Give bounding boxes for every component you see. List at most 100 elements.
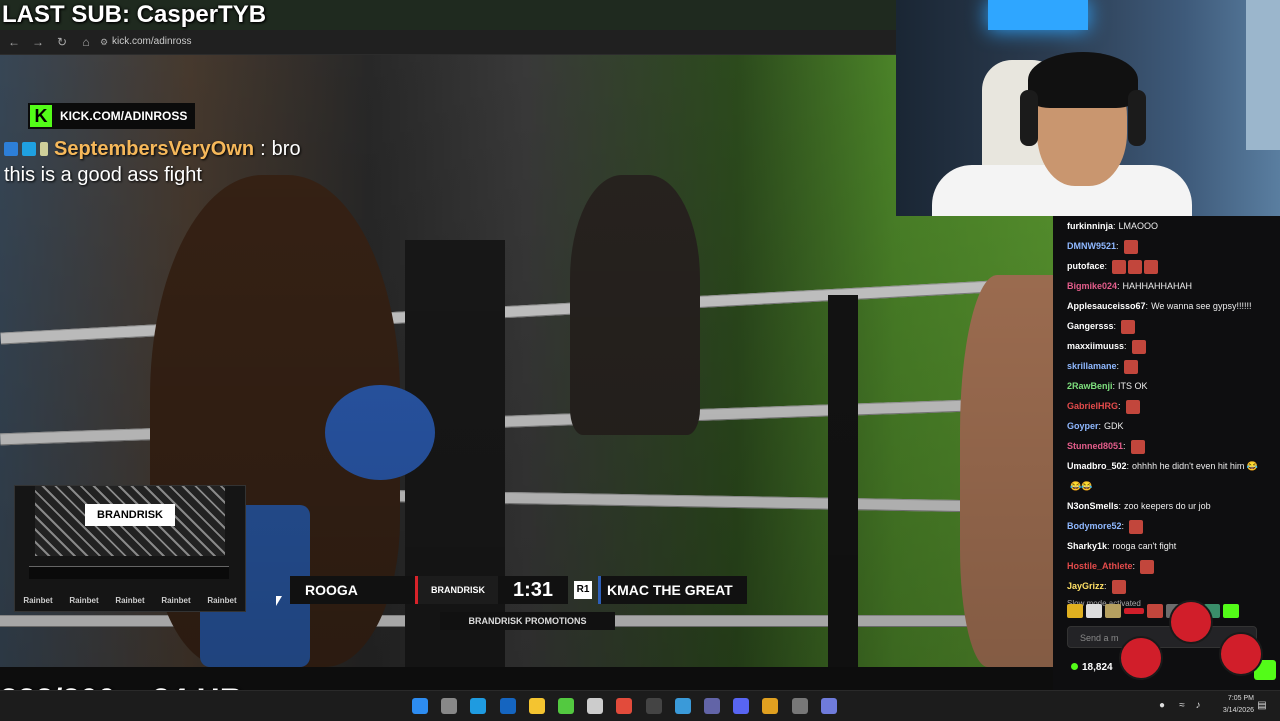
headphones-icon [1020, 90, 1038, 146]
overlay-chat-text: this is a good ass fight [4, 164, 202, 186]
chat-username[interactable]: Hostile_Athlete [1067, 561, 1133, 571]
streamer-webcam [896, 0, 1280, 216]
chat-message: 😂😂 [1053, 476, 1280, 496]
chat-username[interactable]: Applesauceisso67 [1067, 301, 1146, 311]
badge-icon [22, 142, 36, 156]
window [1246, 0, 1280, 150]
chat-text: LMAOOO [1118, 221, 1159, 231]
inset-brand-logo: BRANDRISK [85, 504, 175, 526]
emote-icon [1124, 359, 1139, 374]
chat-username[interactable]: GabrielHRG [1067, 401, 1118, 411]
fight-scoreboard: ROOGA BRANDRISK 1:31 R1 KMAC THE GREAT [290, 576, 790, 604]
kick-url-badge: K KICK.COM/ADINROSS [28, 103, 196, 129]
chat-username[interactable]: N3onSmells [1067, 501, 1119, 511]
teams-icon[interactable] [704, 698, 720, 714]
arrow-right-icon[interactable]: → [30, 34, 46, 50]
round-indicator: R1 [574, 581, 592, 599]
edge-icon[interactable] [470, 698, 487, 714]
chat-username[interactable]: Bodymore52 [1067, 521, 1122, 531]
chat-text: 😂😂 [1070, 481, 1093, 491]
notification-icon[interactable]: ▤ [1256, 700, 1268, 712]
settings-icon[interactable] [791, 698, 808, 714]
chat-message: DMNW9521: [1053, 236, 1280, 256]
chat-message: Bodymore52: [1053, 516, 1280, 536]
chat-text: rooga can't fight [1112, 541, 1177, 551]
emote-icon[interactable] [1086, 604, 1102, 618]
chat-username[interactable]: JayGrizz [1067, 581, 1104, 591]
browser-address-bar: ← → ↻ ⌂ ⚙ kick.com/adinross [0, 30, 896, 55]
alienware-icon[interactable] [587, 698, 604, 714]
round-timer: 1:31 [498, 576, 568, 604]
sponsor-row: Rainbet Rainbet Rainbet Rainbet Rainbet [23, 596, 237, 605]
chat-username[interactable]: Umadbro_502 [1067, 461, 1127, 471]
chat-text: We wanna see gypsy!!!!!! [1151, 301, 1252, 311]
chat-message: JayGrizz: [1053, 576, 1280, 596]
channel-points[interactable]: 18,824 [1071, 662, 1113, 673]
outlook-icon[interactable] [499, 698, 516, 714]
chat-username[interactable]: putoface [1067, 261, 1105, 271]
scoreboard-brand: BRANDRISK [418, 576, 498, 604]
volume-icon[interactable]: ♪ [1192, 700, 1204, 712]
chat-username[interactable]: 2RawBenji [1067, 381, 1113, 391]
chat-message: putoface: [1053, 256, 1280, 276]
spiderman-sticker-icon [1169, 600, 1213, 644]
home-icon[interactable]: ⌂ [78, 34, 94, 50]
explorer-icon[interactable] [528, 698, 545, 714]
chat-username[interactable]: Goyper [1067, 421, 1099, 431]
photos-icon[interactable] [762, 698, 779, 714]
taskview-icon[interactable] [441, 698, 458, 714]
microphone-icon[interactable]: ● [1156, 700, 1168, 712]
emote-icon [1144, 259, 1159, 274]
arrow-icon[interactable] [820, 698, 837, 714]
xbox-icon[interactable] [558, 698, 574, 714]
emote-icon[interactable] [1067, 604, 1083, 618]
chat-message: Stunned8051: [1053, 436, 1280, 456]
arrow-left-icon[interactable]: ← [6, 34, 22, 50]
emote-icon[interactable] [1147, 604, 1163, 618]
chat-username[interactable]: furkinninja [1067, 221, 1113, 231]
emote-icon[interactable] [1124, 608, 1144, 614]
points-icon [1071, 663, 1078, 670]
chat-message: Applesauceisso67: We wanna see gypsy!!!!!… [1067, 301, 1252, 311]
chat-messages: furkinninja: LMAOOO DMNW9521: putoface: Bigm… [1053, 216, 1280, 608]
chat-username[interactable]: Stunned8051 [1067, 441, 1123, 451]
url-field[interactable]: kick.com/adinross [112, 34, 191, 50]
chat-message: furkinninja: LMAOOO [1067, 221, 1159, 231]
chat-message: Goyper: GDK [1067, 421, 1124, 431]
windows-icon[interactable] [412, 698, 428, 714]
system-clock[interactable]: 7:05 PM 3/14/2026 [1223, 693, 1254, 717]
badge-icon [4, 142, 18, 156]
chat-username[interactable]: Bigmike024 [1067, 281, 1117, 291]
emote-icon[interactable] [1105, 604, 1121, 618]
chat-text: zoo keepers do ur job [1124, 501, 1211, 511]
discord-icon[interactable] [733, 698, 750, 714]
reload-icon[interactable]: ↻ [54, 34, 70, 50]
chat-username[interactable]: DMNW9521 [1067, 241, 1116, 251]
commentary-inset: BRANDRISK Rainbet Rainbet Rainbet Rainbe… [14, 485, 246, 612]
commentary-desk [29, 566, 229, 579]
emote-icon[interactable] [1223, 604, 1239, 618]
chat-username[interactable]: skrillamane [1067, 361, 1117, 371]
chat-message: Hostile_Athlete: [1053, 556, 1280, 576]
chat-message: maxxiimuuss: [1053, 336, 1280, 356]
chat-message: skrillamane: [1053, 356, 1280, 376]
emote-icon [1140, 559, 1155, 574]
store-icon[interactable] [674, 698, 691, 714]
emote-icon [1128, 259, 1143, 274]
wifi-icon[interactable]: ≈ [1176, 700, 1188, 712]
emote-icon [1121, 319, 1136, 334]
windows-taskbar: ● ≈ ♪ 7:05 PM 3/14/2026 ▤ [0, 690, 1280, 721]
spiderman-sticker-icon [1219, 632, 1263, 676]
site-settings-icon[interactable]: ⚙ [96, 34, 112, 50]
chat-username[interactable]: Gangersss [1067, 321, 1114, 331]
led-light [988, 0, 1088, 30]
chrome-icon[interactable] [616, 698, 633, 714]
headphones-icon [1128, 90, 1146, 146]
kick-logo-icon: K [30, 105, 52, 127]
chat-text: GDK [1104, 421, 1124, 431]
obs-icon[interactable] [645, 698, 662, 714]
chat-username[interactable]: Sharky1k [1067, 541, 1107, 551]
chat-text: HAHHAHHAHAH [1122, 281, 1193, 291]
chat-username[interactable]: maxxiimuuss [1067, 341, 1124, 351]
emote-bar [1067, 602, 1239, 620]
